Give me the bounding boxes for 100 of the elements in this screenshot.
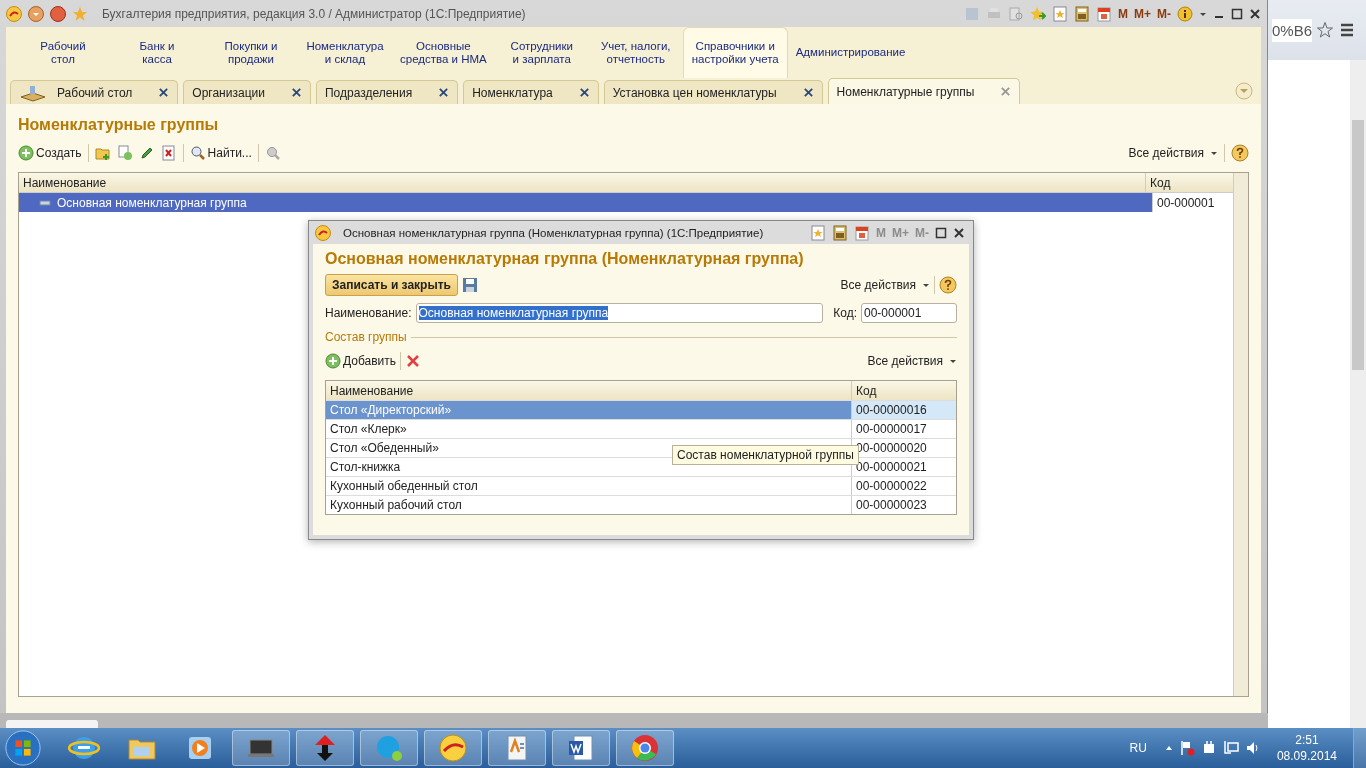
window-title: Основная номенклатурная группа (Номенклатурная группа) (1С:Предприятие) [343,226,764,239]
taskbar-button[interactable] [232,730,290,766]
section-tab[interactable]: Администрирование [787,27,914,78]
table-cell-text: 00-000001 [1156,194,1216,212]
all-actions-menu[interactable]: Все действия [840,278,930,292]
add-button[interactable]: Добавить [325,353,397,369]
maximize-icon[interactable] [935,226,947,239]
caret-icon [922,281,930,289]
scrollbar[interactable] [1233,173,1248,696]
menu-icon[interactable] [28,5,44,22]
section-tab[interactable]: Справочники и настройки учета [682,27,788,78]
find-button[interactable]: Найти... [189,145,252,161]
clock-date[interactable]: 08.09.2014 [1276,748,1337,764]
clock-time[interactable]: 2:51 [1295,732,1319,748]
calendar-icon[interactable] [1096,5,1112,22]
section-tab[interactable]: Учет, налоги, отчетность [588,27,683,78]
plus-icon [18,145,34,161]
new-folder-icon[interactable] [94,145,111,161]
close-icon[interactable] [438,87,450,98]
window-title: Бухгалтерия предприятия, редакция 3.0 / Администратор (1С:Предприятие) [102,6,526,21]
close-icon[interactable] [290,87,302,98]
taskbar-button[interactable] [296,730,354,766]
memory-button[interactable]: M+ [1134,6,1151,21]
document-tab[interactable]: Номенклатура [463,80,599,104]
save-close-button[interactable]: Записать и закрыть [325,274,458,296]
close-icon[interactable] [158,87,170,98]
section-tab[interactable]: Сотрудники и зарплата [494,27,589,78]
field-label: Наименование: [325,306,412,320]
tooltip: Состав номенклатурной группы [672,445,859,465]
table-cell-text: 00-00000017 [855,421,928,438]
document-tab[interactable]: Организации [183,80,311,104]
caret-icon [949,357,957,365]
close-icon[interactable] [578,87,590,98]
table-cell[interactable]: Кухонный рабочий стол [326,496,852,514]
maximize-icon[interactable] [1231,7,1243,20]
scrollbar[interactable] [1350,60,1366,728]
document-tab[interactable]: Установка цен номенклатуры [603,80,823,104]
delete-icon[interactable] [160,145,177,161]
field-label: Код: [833,306,857,320]
tab-label: Организации [192,85,265,100]
start-button[interactable] [4,729,42,767]
name-field[interactable]: Основная номенклатурная группа [415,303,824,323]
logo-icon[interactable] [6,5,22,22]
star-icon[interactable] [1316,21,1335,39]
language-indicator[interactable]: RU [1129,741,1147,755]
table-cell-text: 00-00000022 [855,478,928,495]
column-header[interactable]: Наименование [19,173,1146,192]
table-cell[interactable]: Стол «Клерк» [326,420,852,438]
all-actions-menu[interactable]: Все действия [1128,146,1218,160]
delete-icon[interactable] [405,353,422,369]
taskbar-button[interactable] [552,730,610,766]
column-header[interactable]: Наименование [326,381,852,400]
close-icon[interactable] [802,87,814,98]
flag-icon[interactable] [1178,740,1195,756]
caret-icon[interactable] [1164,744,1173,752]
section-tab[interactable]: Основные средства и НМА [392,27,495,78]
help-icon[interactable] [1231,144,1249,162]
star-icon[interactable] [72,5,88,22]
browser-icon [629,732,661,764]
tab-label: Рабочий стол [57,85,133,100]
clear-search-icon[interactable] [264,145,281,161]
column-header[interactable]: Код [1146,173,1230,192]
table-row[interactable]: Основная номенклатурная группа [19,193,1153,212]
column-header[interactable]: Код [852,381,956,400]
document-tab[interactable]: Номенклатурные группы [827,78,1021,104]
close-icon[interactable] [1249,7,1261,20]
help-icon[interactable] [939,276,957,294]
coin-icon [437,732,469,764]
tab-label: Подразделения [324,85,413,100]
section-tab[interactable]: Покупки и продажи [204,27,298,78]
table-cell[interactable]: Кухонный обеденный стол [326,477,852,495]
code-field[interactable]: 00-000001 [861,303,957,323]
speaker-icon[interactable] [1244,740,1261,756]
section-tab[interactable]: Номенклатура и склад [298,27,392,78]
favorite-add-icon[interactable] [1030,5,1046,22]
record-icon[interactable] [50,5,66,22]
table-cell: Основная номенклатурная группа [57,195,247,210]
memory-button[interactable]: M- [1157,6,1171,21]
calendar-icon[interactable] [854,224,870,241]
close-icon[interactable] [953,226,965,239]
tab-label: Номенклатурные группы [836,84,975,99]
calculator-icon[interactable] [832,224,848,241]
table-cell: 00-00000016 [852,401,956,419]
section-tab[interactable]: Банк и касса [110,27,204,78]
pencil-icon[interactable] [138,145,155,161]
section-tab[interactable]: Рабочий стол [16,27,110,78]
document-tab[interactable]: Подразделения [315,80,459,104]
document-tab[interactable]: Рабочий стол [10,80,179,104]
calculator-icon[interactable] [1074,5,1090,22]
caret-icon [1210,149,1218,157]
table-cell-text: 00-00000023 [855,497,928,514]
address-field[interactable]: 0%B6 [1272,18,1313,42]
info-icon[interactable] [1177,5,1193,22]
logo-icon[interactable] [315,224,331,241]
memory-button[interactable]: M [1118,6,1128,21]
all-actions-menu[interactable]: Все действия [867,354,957,368]
group-label: Состав группы [325,330,407,344]
search-icon [189,145,206,161]
network-icon[interactable] [1222,740,1239,756]
create-button[interactable]: Создать [18,145,82,161]
